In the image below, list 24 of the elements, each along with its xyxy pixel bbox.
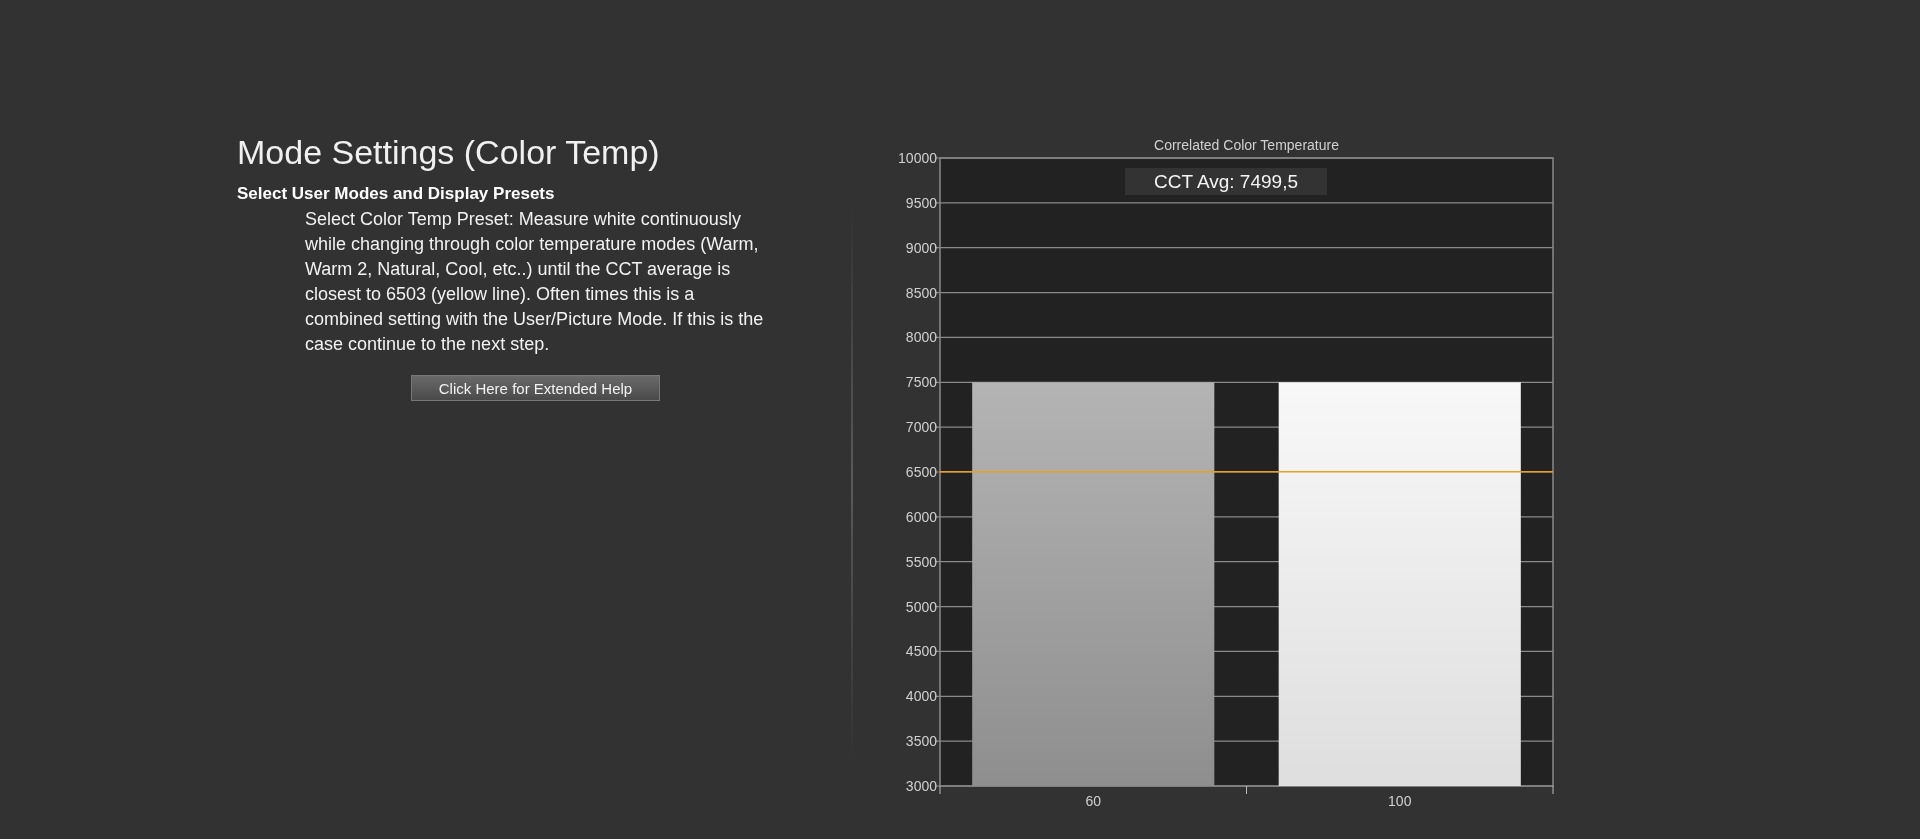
y-axis-label: 3000: [905, 778, 937, 794]
instructions-text: Select Color Temp Preset: Measure white continuously while changing through color temperature modes (Warm, Warm 2, Natural, Cool, etc..) until the CCT average is closest to 6503 (yellow line). Often times this is a combined setting with the User/Picture Mode. If this is the case continue to the next step.: [305, 208, 765, 356]
y-axis-label: 5000: [905, 598, 937, 615]
extended-help-button[interactable]: Click Here for Extended Help: [411, 375, 660, 401]
chart-title: Correlated Color Temperature: [1154, 137, 1339, 153]
section-subheading: Select User Modes and Display Presets: [237, 184, 556, 204]
x-axis-label: 60: [1085, 793, 1102, 809]
page-heading: Mode Settings (Color Temp): [237, 132, 661, 173]
annotation: CCT Avg: 7499,5: [1153, 171, 1299, 192]
y-axis-label: 9000: [905, 239, 937, 256]
y-axis-label: 4000: [905, 688, 937, 705]
x-axis-label: 100: [1388, 793, 1412, 809]
y-axis-label: 3500: [905, 733, 937, 750]
y-axis-label: 7500: [905, 374, 937, 391]
y-axis-label: 8500: [905, 284, 937, 301]
y-axis-label: 4500: [905, 643, 937, 660]
y-axis-label: 9500: [905, 194, 937, 211]
y-axis-label: 7000: [905, 419, 937, 436]
y-axis-label: 6000: [905, 508, 937, 525]
y-axis-label: 6500: [905, 464, 937, 480]
y-axis-label: 5500: [905, 553, 937, 570]
cct-average-label: CCT Avg: 7499,5: [1125, 168, 1327, 195]
y-axis-label: 8000: [905, 329, 937, 346]
y-axis-label: 10000: [898, 150, 937, 166]
